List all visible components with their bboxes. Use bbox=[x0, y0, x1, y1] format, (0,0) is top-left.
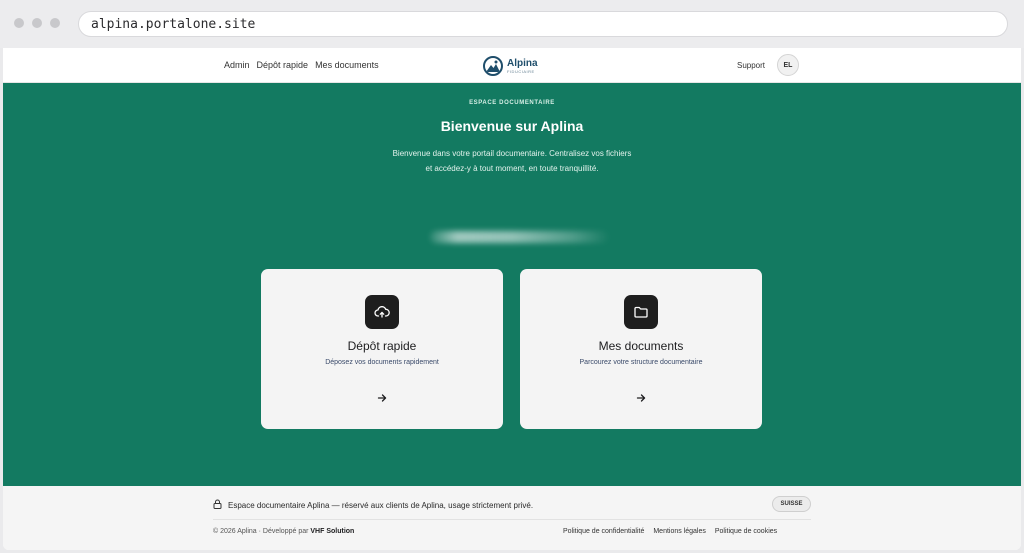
address-bar[interactable]: alpina.portalone.site bbox=[78, 11, 1008, 37]
nav-admin-link[interactable]: Admin bbox=[224, 60, 250, 70]
minimize-window-dot[interactable] bbox=[32, 18, 42, 28]
site-header: Admin Dépôt rapide Mes documents Alpina … bbox=[3, 48, 1021, 83]
cloud-upload-icon bbox=[365, 295, 399, 329]
hero-eyebrow: ESPACE DOCUMENTAIRE bbox=[469, 100, 555, 106]
browser-toolbar: alpina.portalone.site bbox=[0, 0, 1024, 48]
card-subtitle: Parcourez votre structure documentaire bbox=[579, 359, 703, 366]
brand-logo[interactable]: Alpina FIDUCIAIRE bbox=[483, 56, 538, 76]
folder-icon bbox=[624, 295, 658, 329]
brand-tagline: FIDUCIAIRE bbox=[507, 68, 535, 74]
brand-name: Alpina bbox=[507, 57, 538, 69]
copyright-text: © 2026 Aplina · Développé par VHF Soluti… bbox=[213, 528, 354, 535]
legal-notice-link[interactable]: Mentions légales bbox=[653, 528, 706, 535]
card-title: Mes documents bbox=[598, 339, 684, 353]
card-title: Dépôt rapide bbox=[347, 339, 417, 353]
browser-window: alpina.portalone.site Admin Dépôt rapide… bbox=[0, 0, 1024, 553]
hero-description: Bienvenue dans votre portail documentair… bbox=[392, 149, 632, 173]
privacy-policy-link[interactable]: Politique de confidentialité bbox=[563, 528, 644, 535]
cookie-policy-link[interactable]: Politique de cookies bbox=[715, 528, 777, 535]
nav-quick-upload-link[interactable]: Dépôt rapide bbox=[257, 60, 309, 70]
blurred-banner bbox=[430, 231, 610, 243]
my-documents-card[interactable]: Mes documents Parcourez votre structure … bbox=[520, 269, 762, 429]
page-title: Bienvenue sur Aplina bbox=[440, 118, 584, 134]
nav-my-documents-link[interactable]: Mes documents bbox=[315, 60, 379, 70]
privacy-notice: Espace documentaire Aplina — réservé aux… bbox=[213, 496, 533, 514]
copyright-prefix: © 2026 Aplina · Développé par bbox=[213, 528, 311, 535]
user-avatar[interactable]: EL bbox=[777, 54, 799, 76]
close-window-dot[interactable] bbox=[14, 18, 24, 28]
maximize-window-dot[interactable] bbox=[50, 18, 60, 28]
hero-section: ESPACE DOCUMENTAIRE Bienvenue sur Aplina… bbox=[3, 83, 1021, 486]
developer-name: VHF Solution bbox=[310, 528, 355, 535]
site-footer: Espace documentaire Aplina — réservé aux… bbox=[3, 486, 1021, 550]
support-link[interactable]: Support bbox=[737, 61, 765, 70]
quick-upload-card[interactable]: Dépôt rapide Déposez vos documents rapid… bbox=[261, 269, 503, 429]
card-subtitle: Déposez vos documents rapidement bbox=[325, 359, 439, 366]
page-viewport: Admin Dépôt rapide Mes documents Alpina … bbox=[3, 48, 1021, 550]
country-badge[interactable]: SUISSE bbox=[772, 496, 811, 512]
footer-divider bbox=[213, 519, 811, 520]
arrow-right-icon[interactable] bbox=[375, 391, 389, 405]
arrow-right-icon[interactable] bbox=[634, 391, 648, 405]
legal-links: Politique de confidentialité Mentions lé… bbox=[563, 528, 777, 535]
mountain-logo-icon bbox=[483, 56, 503, 76]
lock-icon bbox=[213, 496, 222, 514]
notice-text: Espace documentaire Aplina — réservé aux… bbox=[228, 500, 534, 510]
window-controls bbox=[14, 18, 60, 28]
url-text: alpina.portalone.site bbox=[91, 16, 256, 32]
main-nav: Admin Dépôt rapide Mes documents bbox=[224, 60, 379, 70]
